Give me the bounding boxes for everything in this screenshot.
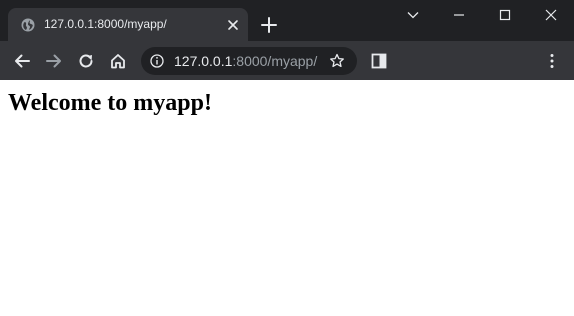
browser-menu-button[interactable] xyxy=(540,49,564,73)
tab-strip: 127.0.0.1:8000/myapp/ xyxy=(0,0,574,41)
tab-title: 127.0.0.1:8000/myapp/ xyxy=(44,17,167,31)
url-text[interactable]: 127.0.0.1:8000/myapp/ xyxy=(174,54,317,69)
maximize-icon xyxy=(499,9,511,21)
info-icon[interactable] xyxy=(150,54,164,68)
browser-window: 127.0.0.1:8000/myapp/ 127.0.0.1:8000/mya… xyxy=(0,0,574,316)
home-button[interactable] xyxy=(106,49,130,73)
close-icon xyxy=(545,9,557,21)
close-icon[interactable] xyxy=(226,18,240,32)
minimize-icon xyxy=(454,14,464,16)
maximize-button[interactable] xyxy=(482,0,528,30)
reload-icon xyxy=(79,54,93,68)
url-path: :8000/myapp/ xyxy=(232,53,318,69)
arrow-right-icon xyxy=(46,54,61,68)
reload-button[interactable] xyxy=(74,49,98,73)
tab-search-button[interactable] xyxy=(390,0,436,30)
star-icon[interactable] xyxy=(329,53,345,69)
side-panel-icon xyxy=(371,53,387,69)
close-window-button[interactable] xyxy=(528,0,574,30)
side-panel-button[interactable] xyxy=(367,49,391,73)
new-tab-button[interactable] xyxy=(259,15,279,35)
active-tab[interactable]: 127.0.0.1:8000/myapp/ xyxy=(8,8,248,41)
toolbar: 127.0.0.1:8000/myapp/ xyxy=(0,41,574,80)
chevron-down-icon xyxy=(407,12,419,19)
page-content: Welcome to myapp! xyxy=(0,80,574,316)
arrow-left-icon xyxy=(15,54,30,68)
minimize-button[interactable] xyxy=(436,0,482,30)
home-icon xyxy=(111,54,125,69)
back-button[interactable] xyxy=(10,49,34,73)
url-host: 127.0.0.1 xyxy=(174,53,233,69)
forward-button[interactable] xyxy=(42,49,66,73)
globe-icon xyxy=(21,18,35,32)
address-bar[interactable]: 127.0.0.1:8000/myapp/ xyxy=(141,47,357,75)
kebab-menu-icon xyxy=(550,54,554,68)
page-heading: Welcome to myapp! xyxy=(8,90,212,116)
